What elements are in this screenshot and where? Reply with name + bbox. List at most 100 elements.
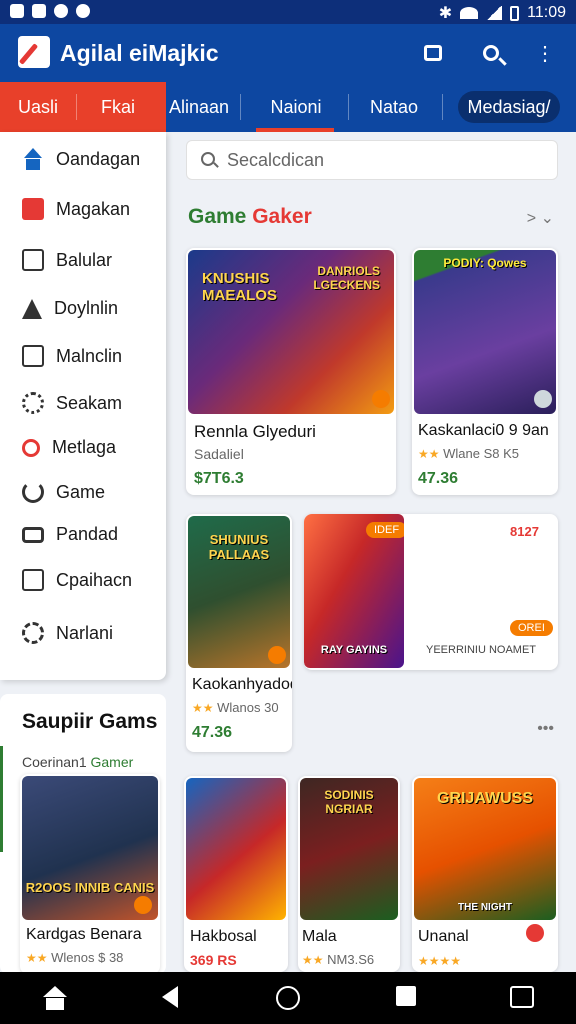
- chevron-right-icon[interactable]: > ⌄: [527, 208, 554, 228]
- card-title: Rennla Glyeduri: [194, 422, 316, 441]
- card-meta: ★★ Wlanos 30: [192, 700, 279, 715]
- chat-icon[interactable]: [420, 40, 446, 66]
- puzzle-icon: [22, 569, 44, 591]
- card-price: 369 RS: [190, 952, 237, 968]
- game-art: PODIY: Qowes: [414, 250, 556, 414]
- sidebar-item-cpaihacn[interactable]: Cpaihacn: [22, 569, 132, 591]
- side-panel-subtitle: Coerinan1 Gamer: [22, 754, 133, 770]
- sidebar-item-doylnlin[interactable]: Doylnlin: [22, 298, 118, 319]
- square-icon[interactable]: [396, 986, 416, 1006]
- tab-divider: [76, 94, 77, 120]
- more-vert-icon[interactable]: ⋮: [532, 40, 558, 66]
- art-title: DANRIOLS LGECKENS: [313, 264, 380, 292]
- game-card[interactable]: GRIJAWUSS THE NIGHT Unanal ★★★★: [412, 776, 558, 972]
- home-icon[interactable]: [42, 986, 68, 1010]
- card-meta: ★★ Wlane S8 K5: [418, 446, 519, 461]
- tab-natao[interactable]: Natao: [356, 82, 432, 132]
- card-label: YEERRINIU NOAMET: [426, 644, 537, 656]
- sidebar-item-malnclin[interactable]: Malnclin: [22, 345, 122, 367]
- tab-uasli[interactable]: Uasli: [0, 82, 76, 132]
- badge-icon: [372, 390, 390, 408]
- card-meta-text: Wlane S8 K5: [443, 446, 520, 461]
- sidebar-item-oandagan[interactable]: Oandagan: [22, 148, 140, 170]
- more-horiz-icon[interactable]: •••: [537, 720, 554, 738]
- recents-icon[interactable]: [510, 986, 534, 1008]
- photo-icon: [32, 4, 46, 18]
- system-nav-bar: [0, 972, 576, 1024]
- mail-icon: [22, 345, 44, 367]
- card-price: 47.36: [418, 470, 459, 487]
- circle-home-icon[interactable]: [276, 986, 300, 1010]
- game-art: GRIJAWUSS THE NIGHT: [414, 778, 556, 920]
- sidebar-item-label: Narlani: [56, 622, 114, 643]
- notification-badge-icon: [526, 924, 544, 942]
- sidebar-item-game[interactable]: Game: [22, 481, 105, 503]
- warning-icon: [22, 298, 42, 319]
- card-price: $7T6.3: [194, 470, 244, 487]
- side-game-card[interactable]: R2OOS INNIB CANIS Kardgas Benara ★★ Wlen…: [20, 774, 160, 974]
- sidebar-item-label: Game: [56, 481, 106, 502]
- search-icon: [201, 152, 215, 166]
- tab-fkai[interactable]: Fkai: [78, 82, 158, 132]
- sidebar-item-label: Pandad: [56, 524, 119, 544]
- game-card[interactable]: SODINIS NGRIAR Mala ★★ NM3.S6: [298, 776, 400, 972]
- game-card[interactable]: KNUSHIS MAEALOS DANRIOLS LGECKENS Rennla…: [186, 248, 396, 495]
- bluetooth-icon: ✱: [438, 5, 453, 22]
- app-logo: [18, 36, 50, 68]
- tab-medasiag[interactable]: Medasiag/: [458, 91, 560, 123]
- art-title: SODINIS NGRIAR: [324, 788, 374, 816]
- card-title: Kaokanhyadoda: [192, 676, 292, 693]
- sidebar-item-label: Seakam: [56, 392, 123, 413]
- edit-icon: [22, 249, 44, 271]
- settings-icon: [22, 392, 44, 414]
- tab-naioni[interactable]: Naioni: [256, 82, 336, 132]
- search-icon[interactable]: [478, 40, 504, 66]
- card-meta: ★★★★: [418, 952, 461, 968]
- card-meta: ★★ Wlenos $ 38: [26, 950, 123, 965]
- tab-divider: [442, 94, 443, 120]
- game-art: SHUNIUS PALLAAS: [188, 516, 290, 668]
- sidebar-item-label: Doylnlin: [54, 298, 119, 318]
- game-art: KNUSHIS MAEALOS DANRIOLS LGECKENS: [188, 250, 394, 414]
- app-title: Agilal eiMajkic: [60, 40, 219, 66]
- art-title: PODIY: Qowes: [443, 256, 527, 270]
- card-title: Kaskanlaci0 9 9an: [418, 422, 549, 439]
- sidebar-item-label: Magakan: [56, 198, 131, 219]
- game-card-wide[interactable]: IDEF RAY GAYINS 8127 OREI YEERRINIU NOAM…: [304, 514, 558, 670]
- wifi-icon: [460, 7, 479, 19]
- search-placeholder: Secalcdican: [227, 150, 325, 170]
- art-title: KNUSHIS MAEALOS: [202, 270, 277, 304]
- star-icon: [22, 622, 44, 644]
- app-bar: Agilal eiMajkic ⋮: [0, 24, 576, 82]
- card-meta-text: Wlenos $ 38: [51, 950, 124, 965]
- sidebar-item-narlani[interactable]: Narlani: [22, 622, 113, 644]
- card-title: Mala: [302, 928, 337, 945]
- search-input[interactable]: Secalcdican: [186, 140, 558, 180]
- badge-icon: [534, 390, 552, 408]
- art-tag: IDEF: [366, 522, 404, 538]
- back-icon[interactable]: [162, 986, 178, 1008]
- card-icon: [22, 526, 44, 543]
- rating-stars: ★★★★: [418, 954, 462, 968]
- status-bar: ✱ 11:09: [0, 0, 576, 24]
- tab-alinaan[interactable]: Alinaan: [166, 82, 232, 132]
- alert-icon: [76, 4, 90, 18]
- subtitle-accent: Gamer: [90, 754, 134, 770]
- sync-icon: [54, 4, 68, 18]
- sidebar-item-label: Cpaihacn: [56, 569, 133, 590]
- sidebar-item-metlaga[interactable]: Metlaga: [22, 437, 116, 458]
- art-subtitle: THE NIGHT: [458, 902, 512, 913]
- status-time: 11:09: [527, 4, 566, 21]
- game-card[interactable]: Hakbosal 369 RS: [184, 776, 288, 972]
- accent-bar: [0, 746, 3, 852]
- sidebar-item-magakan[interactable]: Magakan: [22, 198, 130, 220]
- card-meta: ★★ NM3.S6: [302, 952, 374, 967]
- sidebar-item-balular[interactable]: Balular: [22, 249, 112, 271]
- sidebar-item-seakam[interactable]: Seakam: [22, 392, 122, 414]
- sidebar-item-pandad[interactable]: Pandad: [22, 524, 118, 545]
- game-card[interactable]: SHUNIUS PALLAAS Kaokanhyadoda ★★ Wlanos …: [186, 514, 292, 752]
- art-title: SHUNIUS PALLAAS: [208, 532, 270, 562]
- sidebar-menu: Oandagan Magakan Balular Doylnlin Malncl…: [0, 132, 166, 680]
- game-card[interactable]: PODIY: Qowes Kaskanlaci0 9 9an ★★ Wlane …: [412, 248, 558, 495]
- home-icon: [22, 148, 44, 170]
